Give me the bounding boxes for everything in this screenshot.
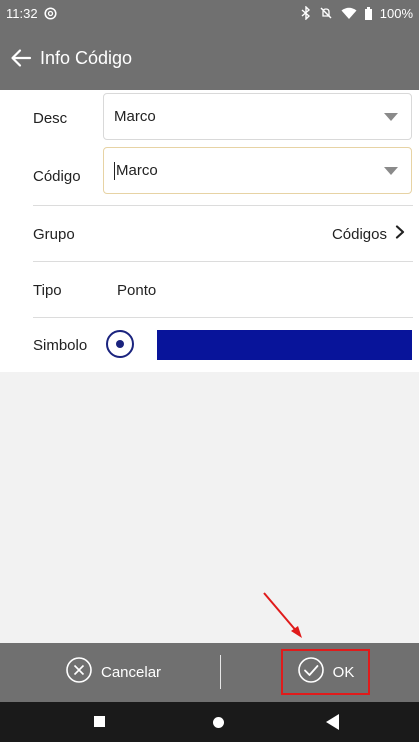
page-title: Info Código [40,47,133,68]
grupo-link[interactable]: Códigos [332,225,405,243]
cancel-label: Cancelar [101,663,162,681]
status-bar: 11:32 100% [0,0,419,26]
desc-row: Desc Marco [0,90,419,146]
codigo-row: Código Marco [0,146,419,206]
grupo-row[interactable]: Grupo Códigos [0,206,419,262]
tipo-label: Tipo [33,281,62,299]
back-icon[interactable] [326,714,339,730]
chevron-right-icon [395,225,405,243]
bottom-action-bar: Cancelar OK [0,643,419,702]
arrow-left-icon[interactable] [8,45,34,71]
system-nav-bar [0,702,419,742]
at-icon [44,6,57,20]
cancel-button[interactable]: Cancelar [65,657,161,687]
radio-dot [116,340,124,348]
desc-value: Marco [114,108,156,125]
mute-icon [319,6,333,20]
home-icon[interactable] [213,717,224,728]
check-circle-icon [297,656,325,688]
symbol-color-swatch[interactable] [157,330,412,360]
grupo-label: Grupo [33,225,75,243]
desc-dropdown[interactable]: Marco [103,93,412,140]
tipo-value: Ponto [117,281,157,299]
ok-label: OK [332,663,355,681]
battery-level: 100% [379,5,413,21]
app-bar: Info Código [0,26,419,90]
simbolo-row: Simbolo [0,318,419,372]
recent-apps-icon[interactable] [94,716,105,727]
code-info-form: Desc Marco Código Marco Grupo Códigos Ti… [0,90,419,372]
button-separator [220,655,221,689]
status-time: 11:32 [6,5,38,21]
grupo-value: Códigos [331,225,387,243]
ok-button[interactable]: OK [281,649,370,695]
close-circle-icon [65,656,93,688]
bluetooth-icon [301,6,311,20]
simbolo-label: Simbolo [33,336,88,354]
codigo-dropdown[interactable]: Marco [103,147,412,194]
wifi-icon [341,7,357,20]
battery-icon [364,6,372,20]
symbol-radio[interactable] [106,330,134,358]
codigo-label: Código [33,167,81,185]
desc-label: Desc [33,109,68,127]
tipo-row: Tipo Ponto [0,262,419,318]
text-cursor [114,161,115,180]
codigo-value: Marco [116,162,158,179]
chevron-down-icon [384,113,398,121]
chevron-down-icon [384,167,398,175]
